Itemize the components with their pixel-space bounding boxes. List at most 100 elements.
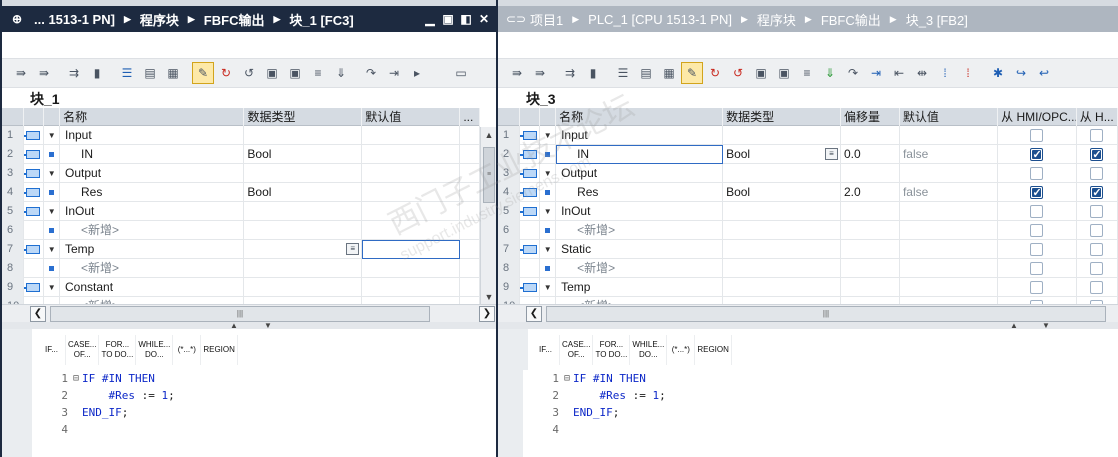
comment-icon[interactable]: ↻ — [215, 62, 237, 84]
column-header[interactable]: ... — [460, 108, 480, 126]
table-row[interactable]: 1 ▼ Input — [2, 126, 480, 145]
panel-icon[interactable]: ▭ — [450, 62, 472, 84]
watch-icon[interactable]: ✱ — [987, 62, 1009, 84]
cell-offset[interactable]: 0.0 — [841, 145, 900, 164]
download-icon[interactable]: ⇓ — [819, 62, 841, 84]
cell-type[interactable] — [244, 126, 363, 145]
accessible-checkbox[interactable] — [1030, 205, 1044, 218]
cell-type[interactable] — [244, 164, 363, 183]
cell-default[interactable] — [900, 126, 999, 145]
cell-default[interactable] — [900, 164, 999, 183]
table-row[interactable]: 7 ▼ Static — [498, 240, 1118, 259]
table-row[interactable]: 3 ▼ Output — [2, 164, 480, 183]
cell-pad[interactable] — [460, 145, 480, 164]
goto-icon[interactable]: ↷ — [360, 62, 382, 84]
cell-offset[interactable] — [841, 221, 900, 240]
scroll-left-icon[interactable]: ❮ — [526, 305, 542, 322]
snippet-button[interactable]: CASE... OF... — [66, 335, 100, 365]
expand-cell[interactable]: ▼ — [44, 202, 60, 221]
code-line[interactable]: 3 END_IF; — [32, 404, 496, 421]
accessible-checkbox[interactable] — [1090, 281, 1104, 294]
code-line[interactable]: 2 #Res := 1; — [32, 387, 496, 404]
cell-default[interactable] — [362, 240, 461, 259]
table-row[interactable]: 6 <新增> — [498, 221, 1118, 240]
expand-cell[interactable]: ▼ — [540, 164, 557, 183]
edit-cell-icon[interactable]: ≡ — [824, 148, 838, 160]
left-code-editor[interactable]: 1 ⊟ IF #IN THEN 2 #Res := 1; 3 END_IF; 4 — [32, 370, 496, 457]
prev-icon[interactable]: ⇤ — [888, 62, 910, 84]
monitor-icon[interactable]: ▮ — [86, 62, 108, 84]
table-row[interactable]: 2 IN Bool ≡ 0.0 false — [498, 145, 1118, 164]
code-line[interactable]: 4 — [523, 421, 1118, 438]
column-header[interactable]: 名称 — [556, 108, 724, 126]
cell-name[interactable]: InOut — [60, 202, 245, 221]
cell-offset[interactable]: 2.0 — [841, 183, 900, 202]
code-line[interactable]: 2 #Res := 1; — [523, 387, 1118, 404]
cell-type[interactable] — [244, 278, 363, 297]
cell-default[interactable] — [900, 240, 999, 259]
outdent-icon[interactable]: ▣ — [773, 62, 795, 84]
collapse-triangle-icon[interactable]: ▼ — [544, 240, 552, 259]
view-icon[interactable]: ▦ — [162, 62, 184, 84]
cell-name[interactable]: Output — [60, 164, 245, 183]
breadcrumb-item[interactable]: 块_3 [FB2] — [906, 10, 968, 29]
collapse-triangle-icon[interactable]: ▼ — [544, 278, 552, 297]
snippet-button[interactable]: FOR... TO DO... — [593, 335, 631, 365]
scroll-up-icon[interactable]: ▲ — [481, 127, 496, 143]
cell-offset[interactable] — [841, 164, 900, 183]
cell-type[interactable] — [723, 240, 841, 259]
collapse-triangle-icon[interactable]: ▼ — [544, 164, 552, 183]
snippet-button[interactable]: IF... — [38, 335, 66, 365]
accessible-checkbox[interactable] — [1030, 146, 1044, 164]
expand-cell[interactable]: ▼ — [44, 278, 60, 297]
pin-icon[interactable]: ⊕ — [10, 12, 24, 26]
right-horizontal-scrollbar[interactable]: ❮ ||| — [498, 304, 1118, 322]
cell-h2[interactable] — [1077, 164, 1118, 183]
code-line[interactable]: 1 ⊟ IF #IN THEN — [523, 370, 1118, 387]
cell-name[interactable]: Input — [556, 126, 724, 145]
maximize-icon[interactable]: ▣ — [442, 13, 454, 25]
cell-hmi[interactable] — [998, 221, 1077, 240]
cell-hmi[interactable] — [998, 278, 1077, 297]
snippet-button[interactable]: WHILE... DO... — [136, 335, 174, 365]
insert-row-icon[interactable]: ⇛ — [10, 62, 32, 84]
cell-pad[interactable] — [460, 183, 480, 202]
cell-default[interactable] — [362, 145, 461, 164]
run-icon[interactable]: ↩ — [1033, 62, 1055, 84]
accessible-checkbox[interactable] — [1090, 205, 1104, 218]
table-row[interactable]: 4 Res Bool 2.0 false — [498, 183, 1118, 202]
cell-name[interactable]: Res — [556, 183, 724, 202]
cell-name[interactable]: Static — [556, 240, 724, 259]
accessible-checkbox[interactable] — [1030, 167, 1044, 180]
expand-cell[interactable]: ▼ — [540, 240, 557, 259]
snippet-button[interactable]: (*...*) — [173, 335, 202, 365]
snippet-icon[interactable]: ✎ — [681, 62, 703, 84]
cell-default[interactable] — [362, 202, 461, 221]
step-icon[interactable]: ↪ — [1010, 62, 1032, 84]
more-icon[interactable]: ▸ — [406, 62, 428, 84]
collapse-triangle-icon[interactable]: ▼ — [48, 164, 56, 183]
snippet-button[interactable]: REGION — [201, 335, 238, 365]
restore-icon[interactable]: ◧ — [460, 13, 472, 25]
cell-pad[interactable] — [460, 259, 480, 278]
code-line[interactable]: 1 ⊟ IF #IN THEN — [32, 370, 496, 387]
snippet-button[interactable]: (*...*) — [667, 335, 696, 365]
accessible-checkbox[interactable] — [1090, 184, 1104, 202]
outdent-icon[interactable]: ▣ — [284, 62, 306, 84]
cell-h2[interactable] — [1077, 221, 1118, 240]
table-row[interactable]: 2 IN Bool — [2, 145, 480, 164]
add-row-icon[interactable]: ⇛ — [529, 62, 551, 84]
cell-hmi[interactable] — [998, 202, 1077, 221]
cell-type[interactable] — [723, 259, 841, 278]
add-row-icon[interactable]: ⇛ — [33, 62, 55, 84]
cell-type[interactable] — [244, 259, 363, 278]
details-icon[interactable]: ▤ — [635, 62, 657, 84]
accessible-checkbox[interactable] — [1030, 262, 1044, 275]
cell-hmi[interactable] — [998, 240, 1077, 259]
collapse-triangle-icon[interactable]: ▼ — [544, 202, 552, 221]
hscroll-thumb[interactable]: ||| — [546, 305, 1106, 322]
collapse-triangle-icon[interactable]: ▼ — [544, 126, 552, 145]
breadcrumb-item[interactable]: 程序块 — [757, 10, 796, 29]
fold-icon[interactable]: ⊟ — [70, 370, 82, 387]
breadcrumb-item[interactable]: 程序块 — [140, 10, 179, 29]
